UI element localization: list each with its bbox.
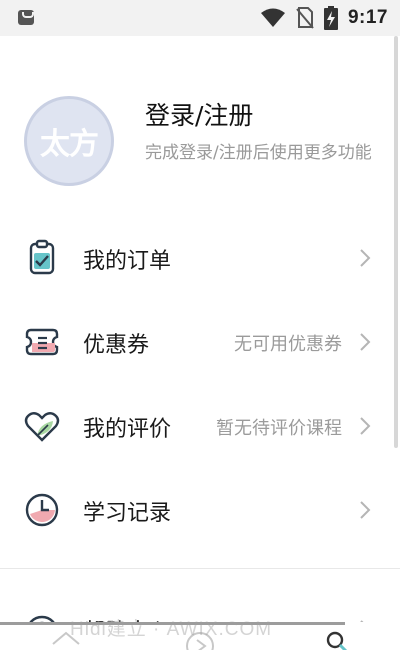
login-subtitle: 完成登录/注册后使用更多功能 bbox=[145, 143, 372, 163]
menu-value-reviews: 暂无待评价课程 bbox=[216, 418, 342, 439]
scrollbar[interactable] bbox=[394, 36, 398, 448]
menu-list: 我的订单 优惠券 无可用优惠券 我的评价 暂无待评价课程 学习记录 bbox=[0, 216, 400, 552]
menu-label-orders: 我的订单 bbox=[83, 249, 172, 274]
app-notification-icon bbox=[18, 10, 34, 25]
avatar-text: 太方 bbox=[40, 127, 99, 162]
menu-item-coupons[interactable]: 优惠券 无可用优惠券 bbox=[0, 300, 400, 384]
menu-label-reviews: 我的评价 bbox=[83, 417, 172, 442]
chevron-right-icon bbox=[360, 417, 371, 435]
chevron-right-icon bbox=[360, 501, 371, 519]
coupon-ticket-icon bbox=[25, 328, 59, 356]
battery-charging-icon bbox=[323, 6, 338, 30]
clock-icon bbox=[25, 493, 59, 527]
status-bar: 9:17 bbox=[0, 0, 400, 36]
profile-header[interactable]: 太方 登录/注册 完成登录/注册后使用更多功能 bbox=[0, 36, 400, 226]
menu-item-reviews[interactable]: 我的评价 暂无待评价课程 bbox=[0, 384, 400, 468]
login-register-link[interactable]: 登录/注册 bbox=[145, 96, 253, 132]
chevron-right-icon bbox=[360, 333, 371, 351]
search-icon[interactable] bbox=[322, 630, 354, 650]
clock-time: 9:17 bbox=[347, 7, 388, 28]
section-divider bbox=[0, 568, 400, 569]
status-icons: 9:17 bbox=[260, 6, 388, 30]
wifi-icon bbox=[260, 8, 285, 27]
menu-item-orders[interactable]: 我的订单 bbox=[0, 216, 400, 300]
avatar[interactable]: 太方 bbox=[24, 96, 114, 186]
menu-label-coupons: 优惠券 bbox=[83, 333, 150, 358]
chevron-right-icon bbox=[360, 249, 371, 267]
watermark-text: Hidi建立 · AWIX.COM bbox=[70, 619, 273, 640]
clipboard-check-icon bbox=[29, 239, 55, 275]
no-sim-icon bbox=[296, 7, 314, 29]
heart-leaf-icon bbox=[24, 412, 60, 442]
menu-value-coupons: 无可用优惠券 bbox=[234, 334, 342, 355]
menu-label-study-history: 学习记录 bbox=[83, 501, 172, 526]
menu-item-study-history[interactable]: 学习记录 bbox=[0, 468, 400, 552]
